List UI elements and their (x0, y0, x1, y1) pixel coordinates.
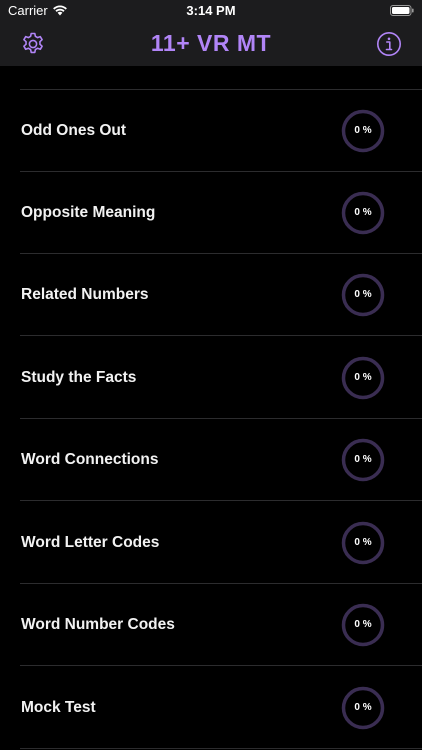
list-item-mock-test[interactable]: Mock Test 0 % (0, 667, 422, 749)
navigation-bar: 11+ VR MT (0, 22, 422, 66)
list-item-study-the-facts[interactable]: Study the Facts 0 % (0, 337, 422, 419)
list-item-label: Odd Ones Out (21, 122, 127, 139)
progress-percentage: 0 % (354, 207, 372, 218)
battery-icon (390, 5, 414, 16)
list-item-label: Mock Test (21, 699, 96, 716)
list-item-related-numbers[interactable]: Related Numbers 0 % (0, 254, 422, 336)
list-item-odd-ones-out[interactable]: Odd Ones Out 0 % (0, 90, 422, 172)
list-item-label: Word Number Codes (21, 616, 175, 633)
progress-percentage: 0 % (354, 372, 372, 383)
info-icon[interactable] (376, 31, 402, 57)
app-screen: Carrier 3:14 PM 11+ VR MT Odd Ones Out 0… (0, 0, 422, 750)
list-item-label: Word Letter Codes (21, 534, 160, 551)
list-item-label: Study the Facts (21, 369, 137, 386)
list-item-word-number-codes[interactable]: Word Number Codes 0 % (0, 584, 422, 666)
progress-percentage: 0 % (354, 619, 372, 630)
progress-percentage: 0 % (354, 289, 372, 300)
progress-percentage: 0 % (354, 125, 372, 136)
topic-list[interactable]: Odd Ones Out 0 % Opposite Meaning 0 % Re… (0, 66, 422, 750)
list-item-label: Word Connections (21, 451, 159, 468)
list-item-opposite-meaning[interactable]: Opposite Meaning 0 % (0, 172, 422, 254)
list-item-label: Related Numbers (21, 286, 149, 303)
status-bar: Carrier 3:14 PM (0, 0, 422, 22)
header: Carrier 3:14 PM 11+ VR MT (0, 0, 422, 66)
clock: 3:14 PM (186, 3, 236, 18)
list-divider (20, 335, 422, 336)
app-title: 11+ VR MT (150, 30, 272, 56)
progress-percentage: 0 % (354, 454, 372, 465)
list-item-word-letter-codes[interactable]: Word Letter Codes 0 % (0, 502, 422, 584)
list-item-word-connections[interactable]: Word Connections 0 % (0, 419, 422, 501)
list-divider (20, 665, 422, 666)
list-divider (20, 500, 422, 501)
list-item-label: Opposite Meaning (21, 204, 156, 221)
progress-percentage: 0 % (354, 702, 372, 713)
progress-percentage: 0 % (354, 537, 372, 548)
list-divider (20, 748, 422, 749)
